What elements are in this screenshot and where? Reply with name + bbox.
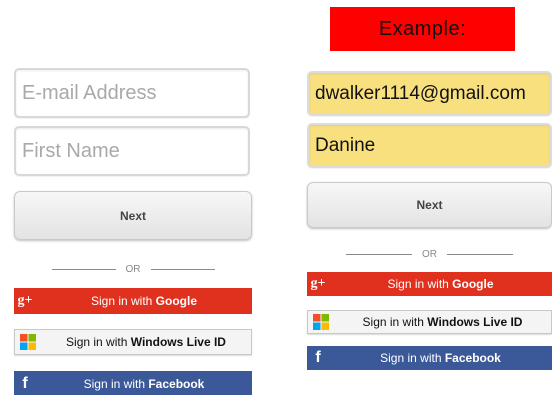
email-value: dwalker1114@gmail.com xyxy=(315,82,526,104)
google-plus-icon: g+ xyxy=(310,276,326,291)
signup-form-example: Example: dwalker1114@gmail.com Danine Ne… xyxy=(290,0,552,395)
divider-line-right-example xyxy=(447,253,513,255)
windows-brand: Windows Live ID xyxy=(130,335,226,349)
or-divider: OR xyxy=(14,262,252,276)
next-button[interactable]: Next xyxy=(14,191,252,240)
email-field[interactable]: E-mail Address xyxy=(14,68,250,118)
windows-brand-example: Windows Live ID xyxy=(427,315,523,329)
windows-signin-prefix: Sign in with xyxy=(66,335,131,349)
facebook-brand: Facebook xyxy=(148,377,205,391)
facebook-icon: f xyxy=(315,349,321,366)
first-name-value: Danine xyxy=(315,134,376,156)
windows-logo-graphic-example xyxy=(313,314,329,330)
first-name-placeholder: First Name xyxy=(22,139,120,162)
google-signin-prefix: Sign in with xyxy=(90,294,156,308)
facebook-signin-label: Sign in with Facebook xyxy=(36,377,252,391)
signup-form-empty: E-mail Address First Name Next OR g+ Sig… xyxy=(0,0,270,395)
windows-logo-icon xyxy=(15,330,41,354)
example-banner-label: Example: xyxy=(378,17,467,40)
windows-logo-icon xyxy=(308,311,334,333)
facebook-signin-button-example[interactable]: f Sign in with Facebook xyxy=(307,346,552,370)
google-plus-icon: g+ xyxy=(17,293,33,308)
google-signin-prefix-example: Sign in with xyxy=(387,277,453,291)
windows-logo-graphic xyxy=(20,334,36,350)
first-name-field-example[interactable]: Danine xyxy=(307,123,552,168)
first-name-field[interactable]: First Name xyxy=(14,126,250,176)
facebook-signin-prefix-example: Sign in with xyxy=(380,351,445,365)
windows-signin-label: Sign in with Windows Live ID xyxy=(41,335,251,349)
signup-screen: E-mail Address First Name Next OR g+ Sig… xyxy=(0,0,552,395)
divider-line-right xyxy=(150,268,215,270)
google-signin-button-example[interactable]: g+ Sign in with Google xyxy=(307,272,552,296)
example-banner: Example: xyxy=(330,7,515,51)
next-button-example[interactable]: Next xyxy=(307,182,552,228)
next-button-label: Next xyxy=(119,208,146,223)
google-signin-button[interactable]: g+ Sign in with Google xyxy=(14,288,252,314)
windows-live-signin-button[interactable]: Sign in with Windows Live ID xyxy=(14,329,252,355)
google-brand: Google xyxy=(155,294,198,308)
facebook-icon: f xyxy=(22,375,28,392)
or-label: OR xyxy=(125,263,141,275)
or-divider-example: OR xyxy=(307,247,552,261)
email-placeholder: E-mail Address xyxy=(22,81,157,104)
windows-signin-prefix-example: Sign in with xyxy=(362,315,428,329)
facebook-brand-example: Facebook xyxy=(444,351,501,365)
windows-signin-label-example: Sign in with Windows Live ID xyxy=(334,315,551,329)
facebook-signin-label-example: Sign in with Facebook xyxy=(329,351,552,365)
google-signin-label: Sign in with Google xyxy=(36,294,252,308)
or-label-example: OR xyxy=(422,248,437,260)
divider-line-left xyxy=(51,268,116,270)
google-signin-label-example: Sign in with Google xyxy=(329,277,552,291)
google-brand-example: Google xyxy=(452,277,494,291)
email-field-example[interactable]: dwalker1114@gmail.com xyxy=(307,71,552,116)
facebook-signin-button[interactable]: f Sign in with Facebook xyxy=(14,371,252,395)
facebook-signin-prefix: Sign in with xyxy=(83,377,149,391)
next-button-example-label: Next xyxy=(416,198,443,212)
windows-live-signin-button-example[interactable]: Sign in with Windows Live ID xyxy=(307,310,552,334)
divider-line-left-example xyxy=(346,253,412,255)
